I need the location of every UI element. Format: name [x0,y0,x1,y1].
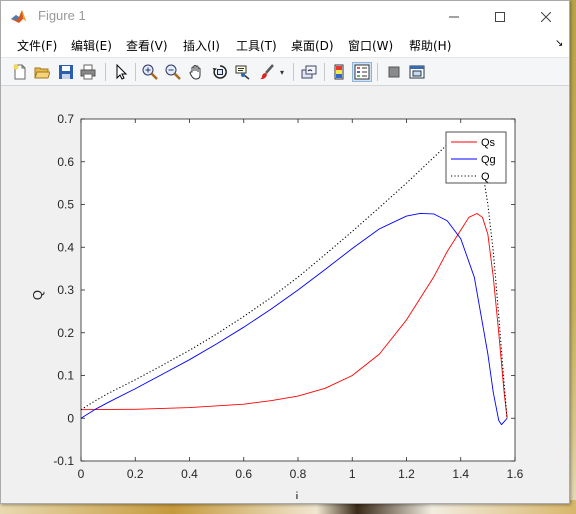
y-tick-label: 0.3 [57,283,74,297]
x-tick-label: 0 [78,467,85,481]
y-axis-label: Q [30,290,45,300]
maximize-icon [495,11,505,22]
menu-window[interactable]: 窗口(W) [348,37,393,54]
minimize-button[interactable] [431,1,477,32]
zoom-in-icon [142,64,158,80]
menu-tools[interactable]: 工具(T) [236,37,277,54]
y-tick-label: 0.7 [57,112,74,126]
zoom-out-icon [165,64,181,80]
x-tick-label: 0.4 [181,467,198,481]
maximize-button[interactable] [477,1,523,32]
menu-help[interactable]: 帮助(H) [409,37,451,54]
open-file-icon [34,67,50,79]
x-axis-label: i [296,489,299,499]
close-icon [541,11,551,22]
y-tick-label: 0.2 [57,326,74,340]
matlab-app-icon [10,8,27,25]
window-title: Figure 1 [38,8,86,23]
link-plot-icon [301,65,317,79]
menu-desktop[interactable]: 桌面(D) [291,37,334,54]
x-tick-label: 0.6 [235,467,252,481]
legend[interactable]: Qs Qg Q [445,131,507,184]
plot-svg[interactable]: 0 0.2 0.4 0.6 0.8 1 1.2 1.4 1.6 -0.1 0 0.1 0.2 0.3 0.4… [9,87,563,504]
edit-plot-button[interactable] [111,62,131,82]
menu-edit[interactable]: 编辑(E) [71,37,112,54]
y-tick-label: 0.4 [57,240,74,254]
pan-button[interactable] [186,62,206,82]
hide-plot-tools-icon [388,66,400,78]
legend-label-qs: Qs [481,137,496,149]
toolbar-separator [293,63,294,81]
y-tick-label: 0.6 [57,155,74,169]
menu-bar: 文件(F) 编辑(E) 查看(V) 插入(I) 工具(T) 桌面(D) 窗口(W… [1,32,569,57]
brush-button[interactable] [257,62,277,82]
new-figure-icon [13,64,26,80]
zoom-in-button[interactable] [140,62,160,82]
print-button[interactable] [78,62,98,82]
toolbar-separator [135,63,136,81]
open-file-button[interactable] [32,62,52,82]
y-tick-label: -0.1 [53,454,74,468]
hide-plot-tools-button[interactable] [384,62,404,82]
data-cursor-button[interactable] [233,62,253,82]
brush-icon [260,64,274,80]
menu-file[interactable]: 文件(F) [17,37,57,54]
new-figure-button[interactable] [10,62,30,82]
y-tick-label: 0.5 [57,198,74,212]
x-tick-label: 1.6 [507,467,524,481]
brush-dropdown-arrow-icon[interactable]: ▾ [277,62,287,82]
legend-label-q: Q [481,171,490,183]
y-tick-label: 0 [67,411,74,425]
toolbar-separator [324,63,325,81]
figure-canvas: 0 0.2 0.4 0.6 0.8 1 1.2 1.4 1.6 -0.1 0 0.1 0.2 0.3 0.4… [9,87,563,504]
pan-hand-icon [189,64,201,80]
x-tick-label: 0.8 [290,467,307,481]
data-cursor-icon [235,65,250,80]
figure-window: Figure 1 文件(F) 编辑(E) 查看(V) 插入(I) 工具(T) 桌… [0,0,570,504]
link-plot-button[interactable] [299,62,319,82]
insert-colorbar-icon [334,64,344,80]
figure-toolbar: ▾ [1,57,569,86]
insert-legend-button[interactable] [352,62,372,82]
close-button[interactable] [523,1,569,32]
save-button[interactable] [56,62,76,82]
print-icon [80,64,96,80]
save-icon [59,65,73,79]
x-tick-label: 1.2 [398,467,415,481]
legend-box [445,131,507,184]
rotate-3d-icon [212,65,227,79]
menu-view[interactable]: 查看(V) [126,37,168,54]
show-plot-tools-button[interactable] [407,62,427,82]
x-tick-label: 1 [349,467,356,481]
zoom-out-button[interactable] [163,62,183,82]
toolbar-separator [377,63,378,81]
toolbar-separator [105,63,106,81]
insert-legend-icon [354,64,370,80]
rotate-3d-button[interactable] [210,62,230,82]
minimize-icon [449,16,459,17]
show-plot-tools-icon [409,65,425,79]
insert-colorbar-button[interactable] [329,62,349,82]
menu-insert[interactable]: 插入(I) [183,37,220,54]
x-tick-label: 0.2 [127,467,144,481]
y-tick-label: 0.1 [57,369,74,383]
dock-arrow-icon[interactable]: ↘ [555,38,563,49]
legend-label-qg: Qg [481,154,496,166]
x-tick-label: 1.4 [452,467,469,481]
edit-plot-arrow-icon [116,64,128,80]
title-bar[interactable]: Figure 1 [1,1,569,32]
